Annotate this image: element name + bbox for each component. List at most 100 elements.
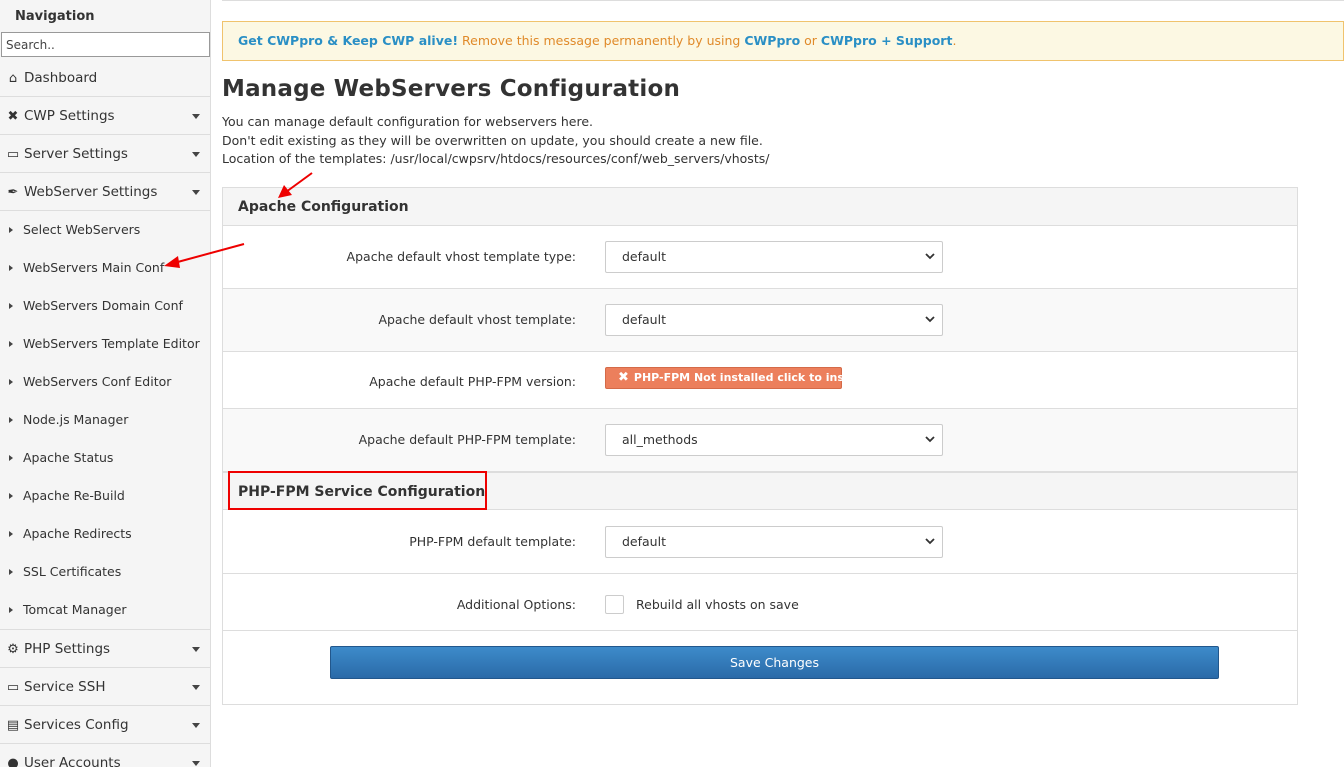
chevron-down-icon xyxy=(925,436,935,443)
promo-banner: Get CWPpro & Keep CWP alive! Remove this… xyxy=(222,21,1344,61)
install-phpfpm-label: PHP-FPM Not installed click to install xyxy=(633,371,865,384)
description-line: Don't edit existing as they will be over… xyxy=(222,132,763,148)
chevron-down-icon xyxy=(925,253,935,260)
caret-right-icon xyxy=(9,417,13,423)
sidebar-item-services-config[interactable]: ▤ Services Config xyxy=(0,706,210,744)
phpfpm-default-template-select[interactable]: default xyxy=(605,526,943,558)
sidebar-item-php-settings[interactable]: ⚙ PHP Settings xyxy=(0,630,210,668)
submenu-item-apache-status[interactable]: Apache Status xyxy=(0,439,210,477)
sidebar-item-webserver-settings[interactable]: ✒ WebServer Settings xyxy=(0,173,210,211)
webserver-submenu: Select WebServers WebServers Main Conf Web… xyxy=(0,211,210,630)
install-phpfpm-button[interactable]: ✖ PHP-FPM Not installed click to install xyxy=(605,367,864,389)
form-row-vhost-template: Apache default vhost template: default xyxy=(223,289,1297,352)
cwppro-support-link[interactable]: CWPpro + Support xyxy=(821,33,953,48)
rebuild-vhosts-label[interactable]: Rebuild all vhosts on save xyxy=(636,597,799,612)
phpfpm-template-select[interactable]: all_methods xyxy=(605,424,943,456)
highlight-box xyxy=(228,471,487,510)
divider xyxy=(222,0,1344,1)
sidebar-item-label: CWP Settings xyxy=(24,108,115,124)
feather-icon: ✒ xyxy=(7,185,19,200)
search-input[interactable] xyxy=(1,32,210,57)
caret-down-icon xyxy=(192,114,200,119)
main-content: Get CWPpro & Keep CWP alive! Remove this… xyxy=(222,0,1344,767)
submenu-item-ssl-certificates[interactable]: SSL Certificates xyxy=(0,553,210,591)
promo-lead: Get CWPpro & Keep CWP alive! xyxy=(238,33,459,48)
sidebar: Navigation ⌂ Dashboard ✖ CWP Settings ▭ Serve… xyxy=(0,0,211,767)
sidebar-title: Navigation xyxy=(15,9,95,24)
sidebar-item-service-ssh[interactable]: ▭ Service SSH xyxy=(0,668,210,706)
submenu-item-label: Node.js Manager xyxy=(23,412,129,427)
select-value: default xyxy=(622,312,666,327)
caret-right-icon xyxy=(9,569,13,575)
submenu-item-node-js-manager[interactable]: Node.js Manager xyxy=(0,401,210,439)
vhost-type-select[interactable]: default xyxy=(605,241,943,273)
description-line: Location of the templates: /usr/local/cw… xyxy=(222,151,770,166)
caret-right-icon xyxy=(9,531,13,537)
submenu-item-label: WebServers Main Conf xyxy=(23,260,165,275)
submenu-item-label: Apache Re-Build xyxy=(23,488,125,503)
sidebar-item-server-settings[interactable]: ▭ Server Settings xyxy=(0,135,210,173)
submenu-item-apache-re-build[interactable]: Apache Re-Build xyxy=(0,477,210,515)
submenu-item-apache-redirects[interactable]: Apache Redirects xyxy=(0,515,210,553)
submenu-item-label: Apache Redirects xyxy=(23,526,132,541)
select-value: all_methods xyxy=(622,432,698,447)
cwppro-link[interactable]: CWPpro xyxy=(744,33,800,48)
sidebar-item-user-accounts[interactable]: ● User Accounts xyxy=(0,744,210,767)
caret-right-icon xyxy=(9,303,13,309)
wrench-icon: ✖ xyxy=(7,109,19,124)
user-icon: ● xyxy=(7,756,19,767)
submenu-item-webservers-domain-conf[interactable]: WebServers Domain Conf xyxy=(0,287,210,325)
caret-down-icon xyxy=(192,723,200,728)
sidebar-item-label: PHP Settings xyxy=(24,641,111,657)
promo-end: . xyxy=(952,33,957,48)
caret-right-icon xyxy=(9,493,13,499)
sidebar-item-cwp-settings[interactable]: ✖ CWP Settings xyxy=(0,97,210,135)
caret-right-icon xyxy=(9,607,13,613)
gear-icon: ⚙ xyxy=(7,642,19,657)
submenu-item-label: SSL Certificates xyxy=(23,564,122,579)
phpfpm-default-template-label: PHP-FPM default template: xyxy=(409,534,576,549)
submenu-item-label: Apache Status xyxy=(23,450,114,465)
server-icon: ▤ xyxy=(6,718,20,733)
phpfpm-version-label: Apache default PHP-FPM version: xyxy=(369,374,576,389)
phpfpm-template-label: Apache default PHP-FPM template: xyxy=(358,432,576,447)
promo-or: or xyxy=(800,33,821,48)
form-row-phpfpm-template: Apache default PHP-FPM template: all_met… xyxy=(223,409,1297,472)
sidebar-item-label: Service SSH xyxy=(24,679,106,695)
sidebar-item-dashboard[interactable]: ⌂ Dashboard xyxy=(0,59,210,97)
submenu-item-tomcat-manager[interactable]: Tomcat Manager xyxy=(0,591,210,629)
caret-down-icon xyxy=(192,152,200,157)
monitor-icon: ▭ xyxy=(6,147,20,162)
vhost-template-select[interactable]: default xyxy=(605,304,943,336)
sidebar-search xyxy=(0,32,210,59)
chevron-down-icon xyxy=(925,538,935,545)
chevron-down-icon xyxy=(925,316,935,323)
submenu-item-label: WebServers Conf Editor xyxy=(23,374,172,389)
submenu-item-webservers-conf-editor[interactable]: WebServers Conf Editor xyxy=(0,363,210,401)
submenu-item-webservers-template-editor[interactable]: WebServers Template Editor xyxy=(0,325,210,363)
caret-right-icon xyxy=(9,379,13,385)
form-row-vhost-type: Apache default vhost template type: defa… xyxy=(223,226,1297,289)
caret-right-icon xyxy=(9,455,13,461)
apache-section-heading: Apache Configuration xyxy=(223,188,1297,226)
caret-down-icon xyxy=(192,647,200,652)
sidebar-item-label: WebServer Settings xyxy=(24,184,158,200)
form-row-phpfpm-version: Apache default PHP-FPM version: ✖ PHP-FPM… xyxy=(223,352,1297,409)
save-changes-button[interactable]: Save Changes xyxy=(330,646,1219,679)
caret-right-icon xyxy=(9,265,13,271)
annotation-arrow xyxy=(164,243,245,268)
sidebar-item-label: User Accounts xyxy=(24,755,121,767)
caret-down-icon xyxy=(192,761,200,766)
submenu-item-label: WebServers Template Editor xyxy=(23,336,200,351)
sidebar-item-label: Dashboard xyxy=(24,70,98,86)
config-panel: Apache Configuration Apache default vhos… xyxy=(222,187,1298,705)
caret-down-icon xyxy=(192,190,200,195)
submenu-item-label: WebServers Domain Conf xyxy=(23,298,183,313)
additional-options-label: Additional Options: xyxy=(456,597,576,612)
form-row-phpfpm-default-template: PHP-FPM default template: default xyxy=(223,510,1297,574)
sidebar-item-label: Server Settings xyxy=(24,146,128,162)
submenu-item-label: Tomcat Manager xyxy=(23,602,127,617)
rebuild-vhosts-checkbox[interactable] xyxy=(605,595,624,614)
select-value: default xyxy=(622,534,666,549)
caret-right-icon xyxy=(9,227,13,233)
